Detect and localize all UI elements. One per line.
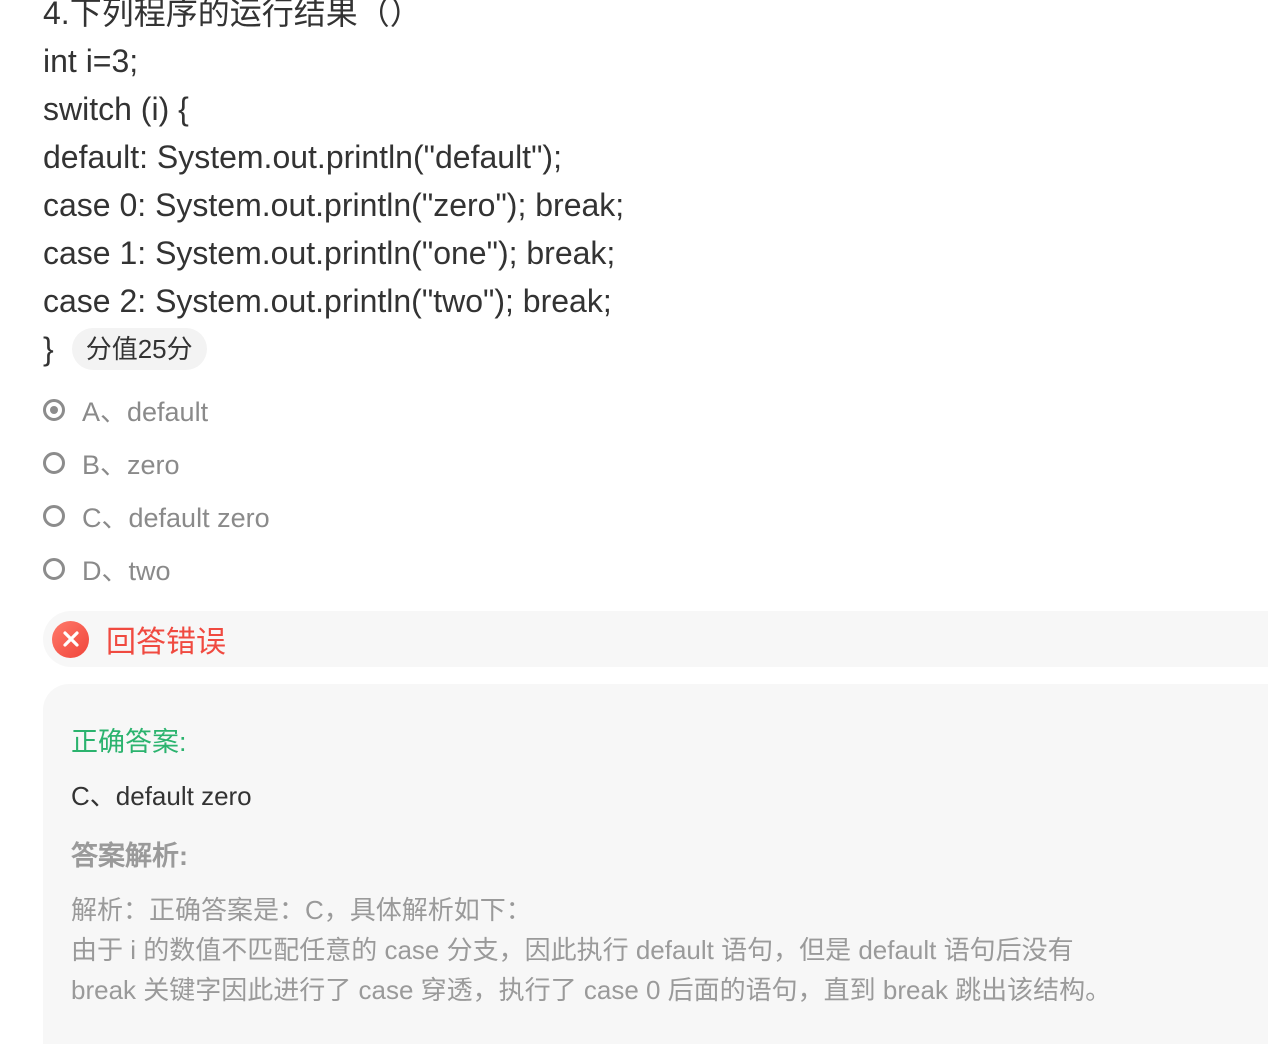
answer-result-bar: 回答错误 <box>43 611 1268 667</box>
analysis-line: 由于 i 的数值不匹配任意的 case 分支，因此执行 default 语句，但… <box>71 935 1074 965</box>
score-badge: 分值25分 <box>71 328 207 370</box>
analysis-title: 答案解析: <box>71 841 188 871</box>
option-c[interactable]: C、default zero <box>43 489 270 542</box>
option-a[interactable]: A、default <box>43 383 270 436</box>
code-line-4: case 0: System.out.println("zero"); brea… <box>43 187 625 223</box>
code-line-3: default: System.out.println("default"); <box>43 139 562 175</box>
answer-panel: 正确答案: C、default zero 答案解析: 解析：正确答案是：C，具体… <box>43 684 1268 1044</box>
closing-brace: } <box>43 331 54 367</box>
result-status-text: 回答错误 <box>106 626 226 659</box>
analysis-line: break 关键字因此进行了 case 穿透，执行了 case 0 后面的语句，… <box>71 975 1112 1005</box>
question-block: 4.下列程序的运行结果（） int i=3; switch (i) { defa… <box>43 0 1223 373</box>
close-icon <box>52 620 89 658</box>
radio-icon[interactable] <box>43 504 65 527</box>
option-d[interactable]: D、two <box>43 542 270 595</box>
radio-checked-icon[interactable] <box>43 398 65 421</box>
code-line-2: switch (i) { <box>43 91 189 127</box>
option-label: C、default zero <box>82 503 270 533</box>
code-line-7: } 分值25分 <box>43 325 1223 373</box>
correct-answer-value: C、default zero <box>71 781 252 811</box>
option-label: A、default <box>82 397 209 427</box>
option-b[interactable]: B、zero <box>43 436 270 489</box>
code-line-6: case 2: System.out.println("two"); break… <box>43 283 612 319</box>
code-line-5: case 1: System.out.println("one"); break… <box>43 235 616 271</box>
question-title: 4.下列程序的运行结果（） <box>43 0 422 31</box>
radio-icon[interactable] <box>43 451 65 474</box>
radio-icon[interactable] <box>43 557 65 580</box>
code-line-1: int i=3; <box>43 43 139 79</box>
analysis-line: 解析：正确答案是：C，具体解析如下： <box>71 895 532 925</box>
answer-options: A、default B、zero C、default zero D、two <box>43 383 270 595</box>
correct-answer-title: 正确答案: <box>71 727 187 757</box>
option-label: B、zero <box>82 450 180 480</box>
analysis-text: 解析：正确答案是：C，具体解析如下： 由于 i 的数值不匹配任意的 case 分… <box>71 890 1251 1010</box>
option-label: D、two <box>82 556 171 586</box>
